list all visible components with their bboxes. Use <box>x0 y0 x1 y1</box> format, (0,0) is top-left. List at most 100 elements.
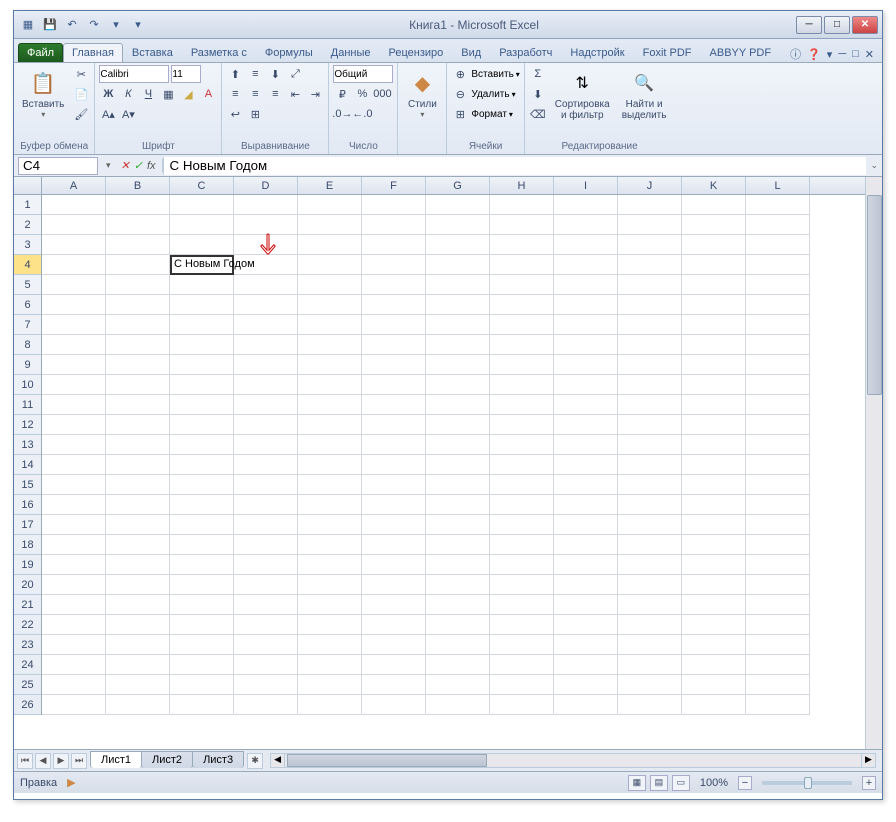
select-all-corner[interactable] <box>14 177 42 195</box>
cell[interactable] <box>426 615 490 635</box>
cell[interactable] <box>426 655 490 675</box>
row-header[interactable]: 7 <box>14 315 41 335</box>
column-header[interactable]: A <box>42 177 106 194</box>
percent-icon[interactable]: % <box>353 85 371 103</box>
cell[interactable] <box>106 655 170 675</box>
cell[interactable] <box>106 335 170 355</box>
cell[interactable] <box>42 655 106 675</box>
cell[interactable] <box>426 275 490 295</box>
cell[interactable] <box>362 535 426 555</box>
row-header[interactable]: 3 <box>14 235 41 255</box>
cell[interactable] <box>618 335 682 355</box>
qat-more-icon[interactable]: ▾ <box>128 15 148 35</box>
format-cell-icon[interactable]: ⊞ <box>451 105 469 123</box>
cell[interactable] <box>42 315 106 335</box>
row-header[interactable]: 5 <box>14 275 41 295</box>
cell[interactable] <box>490 335 554 355</box>
cell[interactable] <box>298 255 362 275</box>
cell[interactable] <box>234 395 298 415</box>
cell[interactable] <box>362 695 426 715</box>
cell[interactable] <box>618 555 682 575</box>
cell[interactable] <box>426 335 490 355</box>
cell[interactable] <box>426 495 490 515</box>
cell[interactable] <box>682 335 746 355</box>
paste-button[interactable]: 📋 Вставить ▾ <box>18 65 68 121</box>
cell[interactable] <box>682 655 746 675</box>
cell[interactable] <box>554 455 618 475</box>
cell[interactable] <box>362 615 426 635</box>
cell[interactable] <box>554 535 618 555</box>
cell[interactable] <box>234 655 298 675</box>
cell[interactable] <box>618 435 682 455</box>
cell[interactable] <box>554 255 618 275</box>
zoom-out-button[interactable]: − <box>738 776 752 790</box>
cell[interactable] <box>682 195 746 215</box>
cell[interactable] <box>618 375 682 395</box>
cell[interactable] <box>170 695 234 715</box>
cell[interactable] <box>746 395 810 415</box>
cell[interactable] <box>170 475 234 495</box>
cell[interactable] <box>298 215 362 235</box>
cell[interactable] <box>106 315 170 335</box>
cell[interactable] <box>106 635 170 655</box>
cell[interactable] <box>234 475 298 495</box>
cell[interactable] <box>42 255 106 275</box>
cell[interactable] <box>298 515 362 535</box>
fill-icon[interactable]: ⬇ <box>529 85 547 103</box>
cell[interactable] <box>298 495 362 515</box>
cell[interactable] <box>106 395 170 415</box>
cell[interactable] <box>298 335 362 355</box>
cell[interactable] <box>426 455 490 475</box>
workbook-restore-icon[interactable]: □ <box>852 48 859 60</box>
cell[interactable] <box>42 395 106 415</box>
name-box[interactable] <box>18 157 98 175</box>
cell[interactable] <box>618 195 682 215</box>
cell[interactable] <box>746 655 810 675</box>
tab-last-icon[interactable]: ⏭ <box>71 753 87 769</box>
cell[interactable] <box>426 215 490 235</box>
row-header[interactable]: 6 <box>14 295 41 315</box>
cell[interactable] <box>106 595 170 615</box>
cell[interactable] <box>490 695 554 715</box>
cell[interactable] <box>170 455 234 475</box>
cell[interactable] <box>234 295 298 315</box>
cell[interactable] <box>746 335 810 355</box>
cell[interactable] <box>554 195 618 215</box>
cell[interactable] <box>490 235 554 255</box>
cell[interactable] <box>554 575 618 595</box>
indent-dec-icon[interactable]: ⇤ <box>286 85 304 103</box>
enter-formula-icon[interactable]: ✓ <box>134 159 143 172</box>
cell[interactable] <box>554 335 618 355</box>
cell[interactable] <box>426 375 490 395</box>
align-bottom-icon[interactable]: ⬇ <box>266 65 284 83</box>
column-header[interactable]: E <box>298 177 362 194</box>
cell[interactable] <box>490 635 554 655</box>
cell[interactable] <box>682 315 746 335</box>
name-box-dropdown-icon[interactable]: ▾ <box>102 160 115 171</box>
cell[interactable] <box>106 695 170 715</box>
cell[interactable] <box>42 235 106 255</box>
minimize-button[interactable]: ─ <box>796 16 822 34</box>
row-header[interactable]: 25 <box>14 675 41 695</box>
macro-rec-icon[interactable]: ▶ <box>67 776 75 789</box>
autosum-icon[interactable]: Σ <box>529 65 547 83</box>
cell[interactable] <box>490 675 554 695</box>
cell[interactable] <box>42 675 106 695</box>
cell[interactable] <box>746 595 810 615</box>
cell[interactable] <box>234 435 298 455</box>
cell[interactable] <box>42 535 106 555</box>
cell[interactable] <box>682 555 746 575</box>
border-button[interactable]: ▦ <box>159 85 177 103</box>
cell[interactable] <box>170 215 234 235</box>
cell[interactable] <box>746 455 810 475</box>
cell[interactable] <box>618 575 682 595</box>
row-header[interactable]: 26 <box>14 695 41 715</box>
column-header[interactable]: K <box>682 177 746 194</box>
cell[interactable] <box>618 695 682 715</box>
cell[interactable] <box>490 275 554 295</box>
cell[interactable] <box>234 495 298 515</box>
cell[interactable] <box>490 395 554 415</box>
cell[interactable] <box>490 375 554 395</box>
cell[interactable] <box>554 355 618 375</box>
cell[interactable] <box>426 195 490 215</box>
